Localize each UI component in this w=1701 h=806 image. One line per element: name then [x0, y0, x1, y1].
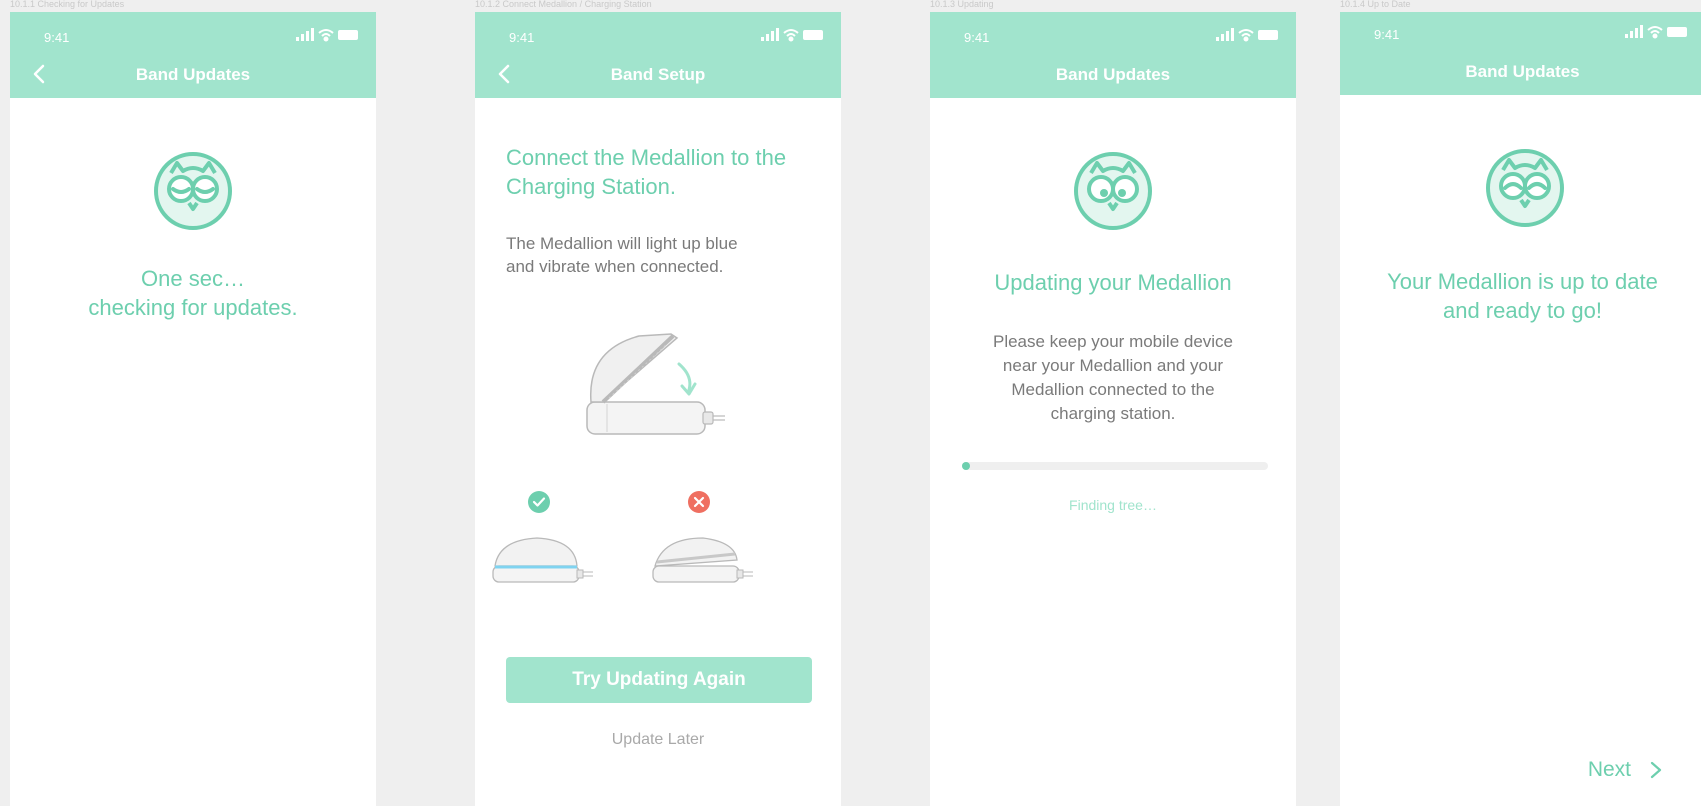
- nav-title: Band Setup: [610, 65, 706, 84]
- battery-icon: [338, 30, 358, 40]
- instruction-line: near your Medallion and your: [1002, 356, 1224, 375]
- status-message: Your Medallion is up to date and ready t…: [1344, 267, 1701, 325]
- charging-station-illustration: [586, 333, 725, 435]
- wifi-icon: [1647, 26, 1663, 39]
- heading-line: Charging Station.: [506, 174, 676, 199]
- instruction-line: charging station.: [1050, 404, 1176, 423]
- message-line: and ready to go!: [1442, 298, 1602, 323]
- check-icon: [528, 491, 550, 513]
- nav-header: 9:41 Band Updates: [10, 12, 376, 98]
- screen-caption: 10.1.2 Connect Medallion / Charging Stat…: [475, 0, 652, 9]
- progress-fill: [962, 462, 970, 470]
- battery-icon: [803, 30, 823, 40]
- battery-icon: [1667, 27, 1687, 37]
- update-progress-bar: [962, 462, 1268, 470]
- screen-updating: 9:41 Band Updates Updating your Medallio…: [930, 12, 1296, 806]
- status-message: One sec… checking for updates.: [10, 264, 376, 322]
- battery-icon: [1258, 30, 1278, 40]
- instruction-text: The Medallion will light up blue and vib…: [506, 232, 738, 278]
- owl-logo-icon: [1485, 148, 1565, 228]
- close-icon: [688, 491, 710, 513]
- instruction-line: Medallion connected to the: [1011, 380, 1215, 399]
- instruction-line: The Medallion will light up blue: [506, 234, 738, 253]
- status-icons: [761, 28, 825, 42]
- status-time: 9:41: [44, 30, 70, 45]
- screen-caption: 10.1.4 Up to Date: [1340, 0, 1411, 9]
- instruction-line: Please keep your mobile device: [992, 332, 1234, 351]
- signal-icon: [761, 28, 779, 41]
- wifi-icon: [1238, 29, 1254, 42]
- progress-status: Finding tree…: [1069, 497, 1157, 513]
- nav-header: 9:41 Band Setup: [475, 12, 841, 98]
- next-label: Next: [1587, 758, 1631, 781]
- nav-title: Band Updates: [1465, 62, 1580, 81]
- wifi-icon: [783, 29, 799, 42]
- screen-up-to-date: 9:41 Band Updates Your Medallion is up t…: [1340, 12, 1701, 806]
- nav-title: Band Updates: [1055, 65, 1171, 84]
- nav-title: Band Updates: [135, 65, 251, 84]
- message-line: One sec…: [141, 266, 245, 291]
- wifi-icon: [318, 29, 334, 42]
- signal-icon: [1625, 25, 1643, 38]
- status-icons: [1625, 25, 1689, 39]
- status-icons: [1216, 28, 1280, 42]
- status-time: 9:41: [509, 30, 535, 45]
- chevron-right-icon: [1650, 761, 1662, 779]
- signal-icon: [296, 28, 314, 41]
- status-icons: [296, 28, 360, 42]
- incorrect-placement-illustration: [652, 537, 753, 583]
- screen-connect-charging: 9:41 Band Setup Connect the Medallion to…: [475, 12, 841, 806]
- screen-caption: 10.1.3 Updating: [930, 0, 994, 9]
- owl-logo-icon: [1073, 151, 1153, 231]
- screen-checking-updates: 9:41 Band Updates One sec… checking for …: [10, 12, 376, 806]
- page-heading: Connect the Medallion to the Charging St…: [506, 143, 786, 201]
- message-line: checking for updates.: [88, 295, 298, 320]
- nav-header: 9:41 Band Updates: [1340, 12, 1701, 95]
- page-heading: Updating your Medallion: [994, 270, 1232, 295]
- next-button[interactable]: Next: [1588, 758, 1663, 782]
- message-line: Your Medallion is up to date: [1387, 269, 1658, 294]
- instruction-text: Please keep your mobile device near your…: [930, 330, 1296, 426]
- update-later-link[interactable]: Update Later: [475, 731, 841, 749]
- status-time: 9:41: [964, 30, 990, 45]
- correct-placement-illustration: [492, 537, 593, 583]
- heading-line: Connect the Medallion to the: [506, 145, 787, 170]
- instruction-line: and vibrate when connected.: [506, 257, 724, 276]
- status-time: 9:41: [1374, 27, 1400, 42]
- try-updating-again-button[interactable]: Try Updating Again: [506, 657, 812, 703]
- screen-caption: 10.1.1 Checking for Updates: [10, 0, 125, 9]
- nav-header: 9:41 Band Updates: [930, 12, 1296, 98]
- owl-logo-icon: [153, 151, 233, 231]
- signal-icon: [1216, 28, 1234, 41]
